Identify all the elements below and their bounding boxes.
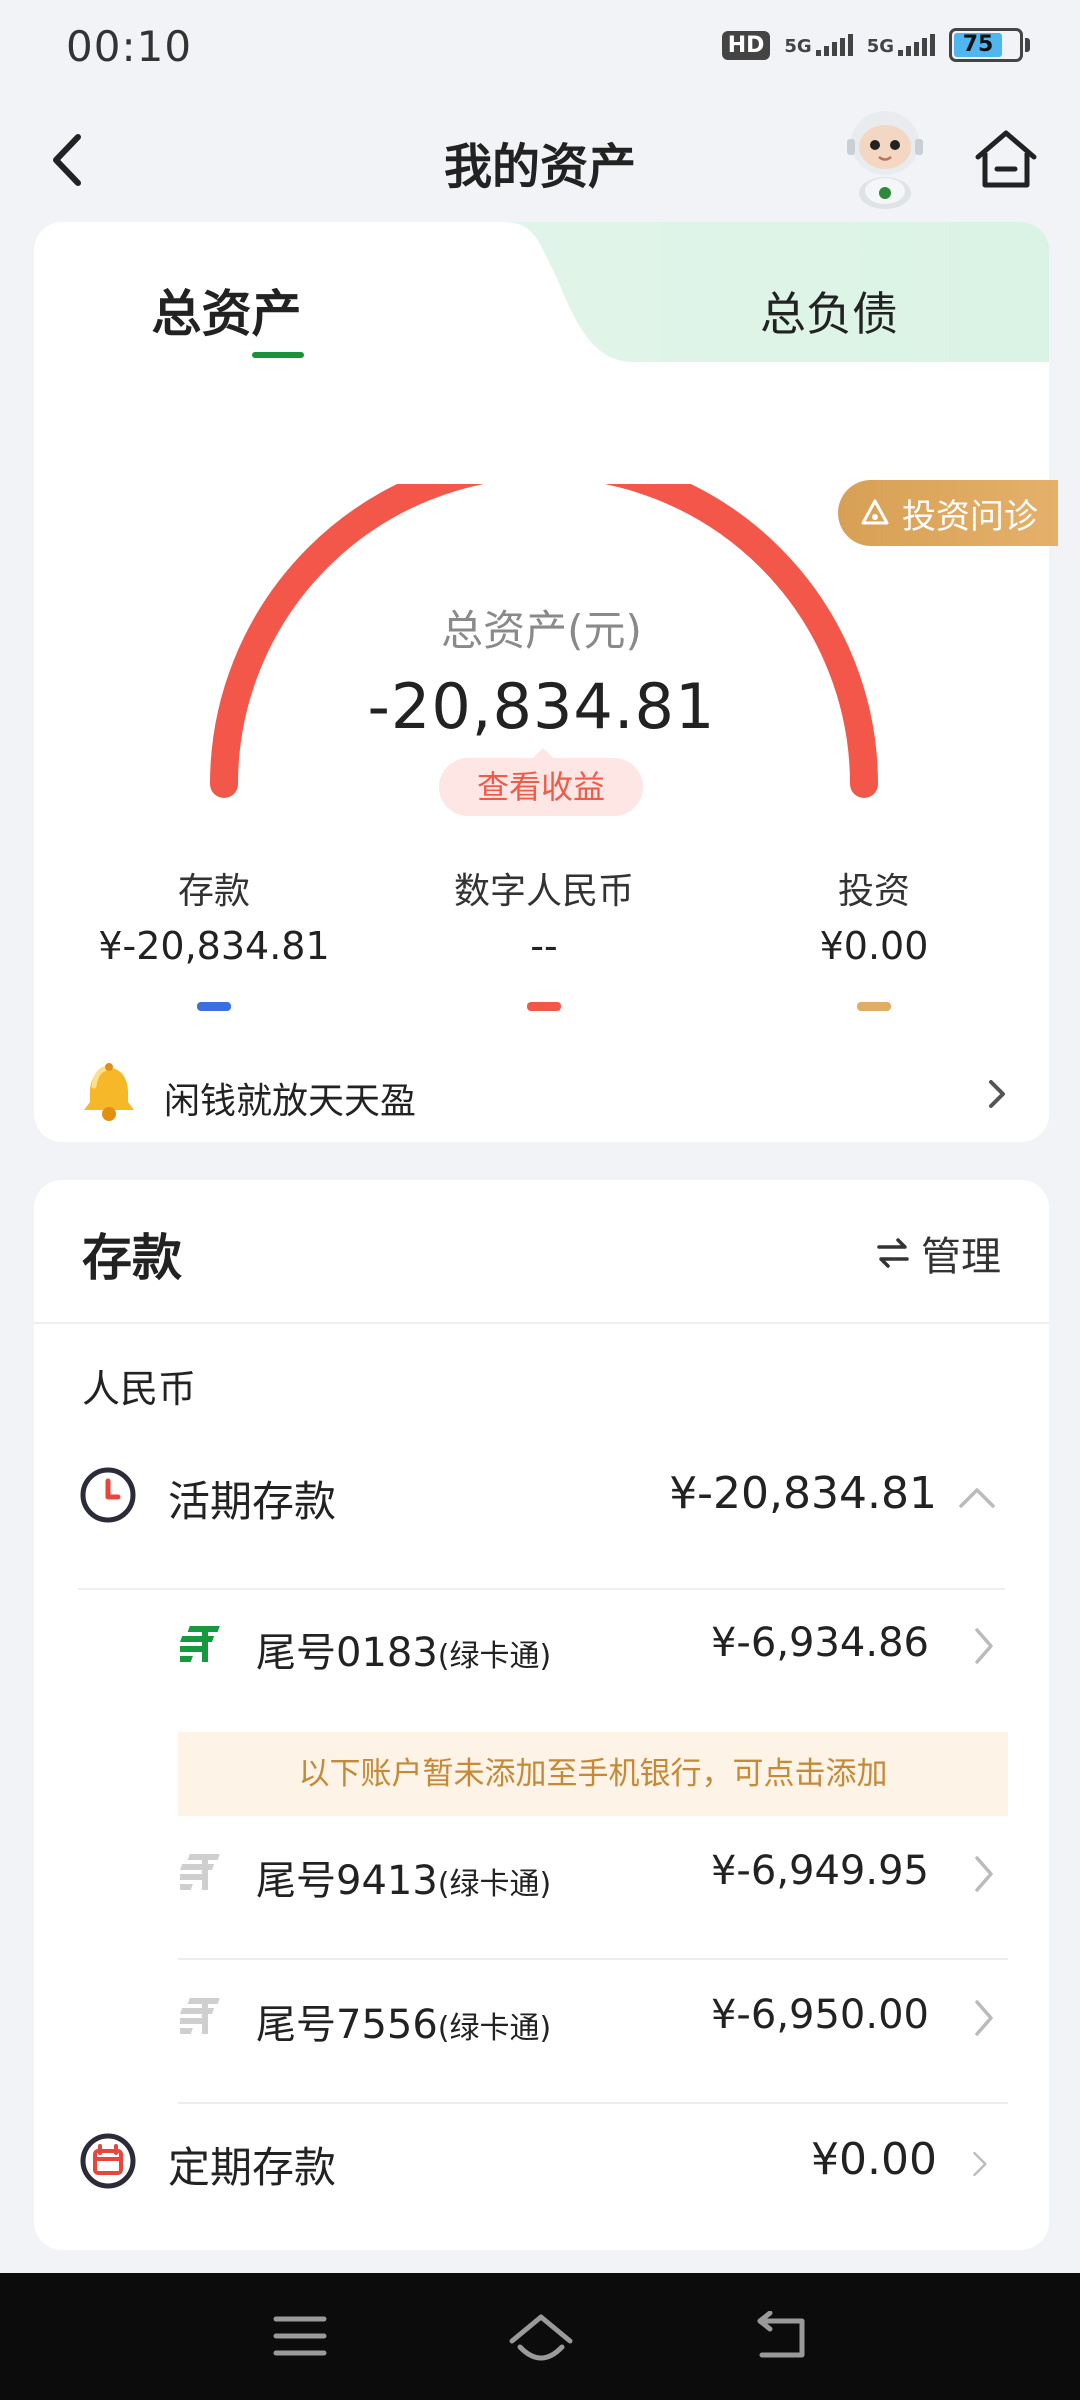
legend-bar — [527, 1002, 561, 1011]
assistant-robot-icon[interactable] — [835, 105, 935, 210]
signal-icon-2: 5G — [867, 34, 935, 56]
chevron-right-icon — [975, 2000, 993, 2036]
legend-bar — [857, 1002, 891, 1011]
invest-diagnosis-label: 投资问诊 — [902, 496, 1038, 537]
swap-icon — [877, 1238, 909, 1268]
hd-icon: HD — [721, 30, 771, 60]
legend-bar — [197, 1002, 231, 1011]
chevron-right-icon — [975, 1856, 993, 1892]
fixed-deposit-label: 定期存款 — [168, 2143, 337, 2192]
diagnosis-icon — [861, 499, 889, 525]
divider — [34, 1322, 1049, 1324]
asset-overview-card: 总资产 总负债 总资产(元) -20,834.81 查看收益 存款 ¥-20,8… — [34, 222, 1049, 1142]
status-bar: 00:10 HD 5G 5G 75 — [0, 0, 1080, 100]
tip-row[interactable]: 闲钱就放天天盈 — [34, 1052, 1049, 1142]
tab-total-liabilities[interactable]: 总负债 — [634, 278, 1024, 344]
system-nav-bar — [0, 2273, 1080, 2400]
nav-bar: 我的资产 — [0, 105, 1080, 215]
home-nav-icon[interactable] — [508, 2311, 574, 2365]
demand-deposit-amount: ¥-20,834.81 — [669, 1468, 937, 1519]
bank-logo-icon — [180, 1998, 220, 2034]
breakdown-value: ¥-20,834.81 — [98, 924, 330, 968]
breakdown-label: 数字人民币 — [453, 871, 634, 912]
currency-label: 人民币 — [82, 1367, 197, 1411]
breakdown-label: 投资 — [837, 871, 910, 912]
signal-icon: 5G — [784, 34, 853, 56]
menu-icon[interactable] — [272, 2311, 328, 2361]
total-assets-label: 总资产(元) — [441, 606, 642, 655]
manage-button[interactable]: 管理 — [875, 1224, 1001, 1282]
tab-active-indicator — [252, 352, 304, 358]
add-account-notice[interactable]: 以下账户暂未添加至手机银行，可点击添加 — [178, 1732, 1008, 1816]
chevron-right-icon — [989, 1080, 1005, 1108]
clock: 00:10 — [66, 22, 193, 71]
invest-diagnosis-button[interactable]: 投资问诊 — [838, 480, 1058, 546]
bell-icon — [84, 1063, 134, 1121]
breakdown-deposit[interactable]: 存款 ¥-20,834.81 — [89, 862, 339, 1011]
fixed-deposit-amount: ¥0.00 — [811, 2134, 937, 2185]
tab-total-assets[interactable]: 总资产 — [34, 274, 539, 346]
breakdown-investment[interactable]: 投资 ¥0.00 — [774, 862, 974, 1011]
tip-text: 闲钱就放天天盈 — [164, 1081, 417, 1122]
account-amount: ¥-6,934.86 — [710, 1620, 929, 1666]
bank-logo-icon — [180, 1854, 220, 1890]
divider — [178, 2102, 1008, 2104]
account-amount: ¥-6,949.95 — [710, 1848, 929, 1894]
chevron-right-icon — [975, 1628, 993, 1664]
breakdown-label: 存款 — [177, 871, 250, 912]
demand-deposit-row[interactable]: 活期存款 ¥-20,834.81 — [34, 1440, 1049, 1550]
status-icons: HD 5G 5G 75 — [721, 28, 1030, 62]
fixed-deposit-row[interactable]: 定期存款 ¥0.00 — [34, 2106, 1049, 2216]
manage-label: 管理 — [921, 1234, 1001, 1280]
breakdown-value: -- — [530, 924, 558, 968]
total-assets-value: -20,834.81 — [367, 670, 716, 743]
bank-logo-icon — [180, 1626, 220, 1662]
account-amount: ¥-6,950.00 — [710, 1992, 929, 2038]
breakdown-value: ¥0.00 — [819, 924, 929, 968]
chevron-up-icon[interactable] — [955, 1476, 999, 1520]
breakdown-digital-rmb[interactable]: 数字人民币 -- — [419, 862, 669, 1011]
battery-icon: 75 — [949, 28, 1030, 62]
view-income-button[interactable]: 查看收益 — [439, 748, 643, 816]
account-row[interactable]: 尾号7556(绿卡通) ¥-6,950.00 — [34, 1962, 1049, 2072]
account-name: 尾号0183(绿卡通) — [256, 1630, 552, 1676]
account-name: 尾号9413(绿卡通) — [256, 1858, 552, 1904]
deposits-title: 存款 — [82, 1229, 182, 1287]
home-icon[interactable] — [970, 123, 1042, 195]
account-name: 尾号7556(绿卡通) — [256, 2002, 552, 2048]
demand-deposit-label: 活期存款 — [168, 1477, 337, 1526]
calendar-icon — [80, 2133, 136, 2189]
deposits-card: 存款 管理 人民币 活期存款 ¥-20,834.81 尾号0183(绿卡通) ¥… — [34, 1180, 1049, 2250]
back-nav-icon[interactable] — [752, 2311, 810, 2365]
account-row[interactable]: 尾号0183(绿卡通) ¥-6,934.86 — [34, 1590, 1049, 1700]
chevron-right-icon — [973, 2151, 987, 2177]
account-row[interactable]: 尾号9413(绿卡通) ¥-6,949.95 — [34, 1818, 1049, 1928]
clock-icon — [80, 1467, 136, 1523]
divider — [178, 1958, 1008, 1960]
